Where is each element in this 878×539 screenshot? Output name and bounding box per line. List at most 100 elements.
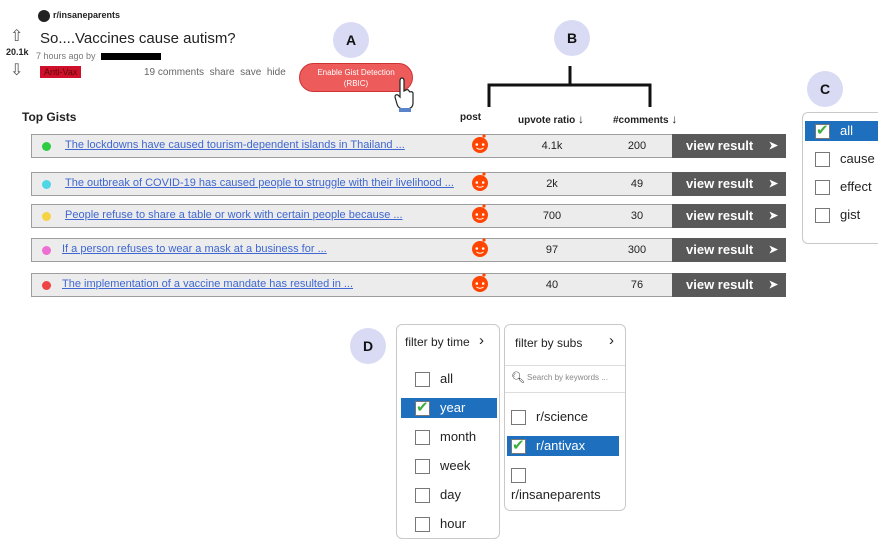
reddit-icon[interactable] [469, 132, 491, 154]
subs-filter-panel: filter by subs › 🔍︎ Search by keywords .… [504, 324, 626, 511]
filter-option-r-science[interactable]: r/science [511, 407, 623, 427]
column-header-post: post [460, 112, 482, 123]
checkbox[interactable] [415, 398, 430, 418]
filter-option-all[interactable]: all [805, 121, 878, 141]
gist-title-link[interactable]: The outbreak of COVID-19 has caused peop… [65, 177, 454, 189]
double-chevron-icon: ➤ [768, 210, 778, 222]
checkbox[interactable] [815, 180, 830, 196]
subreddit-name[interactable]: r/insaneparents [53, 10, 120, 20]
post-meta-text: 7 hours ago by [36, 51, 96, 61]
checkbox[interactable] [815, 152, 830, 168]
sort-down-icon[interactable]: ↓ [578, 112, 584, 126]
view-result-button[interactable]: view result ➤ [672, 273, 786, 297]
checkbox[interactable] [815, 208, 830, 224]
view-result-label: view result [686, 176, 754, 191]
gist-row: The implementation of a vaccine mandate … [31, 271, 786, 297]
save-link[interactable]: save [240, 67, 261, 78]
checkbox[interactable] [415, 430, 430, 446]
filter-option-year[interactable]: year [401, 398, 497, 418]
reddit-icon[interactable] [469, 236, 491, 258]
subs-filter-header[interactable]: filter by subs [515, 336, 582, 350]
upvote-arrow-icon[interactable]: ⇧ [10, 26, 23, 46]
chevron-right-icon[interactable]: › [609, 332, 614, 349]
filter-option-all[interactable]: all [415, 369, 511, 389]
reddit-icon[interactable] [469, 202, 491, 224]
option-label: r/science [536, 409, 589, 424]
share-link[interactable]: share [210, 67, 235, 78]
hide-link[interactable]: hide [267, 67, 286, 78]
gist-title-link[interactable]: People refuse to share a table or work w… [65, 209, 403, 221]
filter-option-r-insaneparents[interactable]: r/insaneparents [511, 465, 623, 502]
column-bracket [487, 66, 652, 107]
gist-color-dot [42, 142, 51, 151]
type-filter-panel: all cause effect gist [802, 112, 878, 244]
option-label: gist [840, 207, 861, 222]
gist-title-link[interactable]: If a person refuses to wear a mask at a … [62, 243, 327, 255]
checkbox[interactable] [511, 410, 526, 426]
upvote-ratio-value: 2k [546, 178, 558, 190]
redacted-author [101, 53, 162, 61]
filter-option-day[interactable]: day [415, 485, 511, 505]
chevron-right-icon[interactable]: › [479, 332, 484, 349]
subs-search-box[interactable]: 🔍︎ Search by keywords ... [505, 365, 625, 393]
option-label: day [440, 487, 461, 502]
post-title[interactable]: So....Vaccines cause autism? [40, 30, 236, 47]
callout-a: A [333, 22, 369, 58]
view-result-button[interactable]: view result ➤ [672, 238, 786, 262]
filter-option-gist[interactable]: gist [815, 205, 878, 225]
checkbox[interactable] [511, 436, 526, 456]
gist-row: People refuse to share a table or work w… [31, 202, 786, 228]
comments-count: 300 [627, 244, 647, 256]
checkbox[interactable] [815, 121, 830, 141]
downvote-arrow-icon[interactable]: ⇩ [10, 60, 23, 80]
post-actions: 19 comments share save hide [144, 67, 286, 78]
filter-option-hour[interactable]: hour [415, 514, 511, 534]
filter-option-effect[interactable]: effect [815, 177, 878, 197]
gist-title-link[interactable]: The implementation of a vaccine mandate … [62, 278, 353, 290]
comments-count: 200 [627, 140, 647, 152]
view-result-button[interactable]: view result ➤ [672, 172, 786, 196]
option-label: r/insaneparents [511, 487, 601, 502]
option-label: all [440, 371, 454, 386]
comments-link[interactable]: 19 comments [144, 67, 204, 78]
upvote-ratio-value: 97 [545, 244, 559, 256]
subs-search-placeholder[interactable]: Search by keywords ... [527, 373, 608, 382]
gist-row: If a person refuses to wear a mask at a … [31, 236, 786, 262]
gist-row: The outbreak of COVID-19 has caused peop… [31, 170, 786, 196]
time-filter-header[interactable]: filter by time [405, 335, 470, 349]
flair-badge: Anti-Vax [40, 66, 82, 78]
option-label: r/antivax [536, 438, 586, 453]
subs-filter-title: filter by subs [515, 336, 583, 350]
checkbox[interactable] [511, 468, 526, 484]
upvote-ratio-value: 40 [545, 279, 559, 291]
reddit-icon[interactable] [469, 170, 491, 192]
gist-row: The lockdowns have caused tourism-depend… [31, 132, 786, 158]
view-result-button[interactable]: view result ➤ [672, 204, 786, 228]
column-header-comments[interactable]: #comments ↓ [613, 112, 677, 126]
view-result-label: view result [686, 208, 754, 223]
filter-option-week[interactable]: week [415, 456, 511, 476]
gist-title-link[interactable]: The lockdowns have caused tourism-depend… [65, 139, 405, 151]
callout-d: D [350, 328, 386, 364]
checkbox[interactable] [415, 372, 430, 388]
reddit-icon[interactable] [469, 271, 491, 293]
comments-count: 49 [630, 178, 644, 190]
top-gists-heading: Top Gists [22, 110, 77, 124]
checkbox[interactable] [415, 488, 430, 504]
filter-option-cause[interactable]: cause [815, 149, 878, 169]
gist-color-dot [42, 212, 51, 221]
sort-down-icon[interactable]: ↓ [671, 112, 677, 126]
upvote-ratio-value: 4.1k [541, 140, 563, 152]
double-chevron-icon: ➤ [768, 244, 778, 256]
filter-option-r-antivax[interactable]: r/antivax [507, 436, 619, 456]
checkbox[interactable] [415, 459, 430, 475]
subreddit-avatar[interactable] [38, 10, 50, 22]
double-chevron-icon: ➤ [768, 279, 778, 291]
column-header-upvote-ratio[interactable]: upvote ratio ↓ [518, 112, 584, 126]
checkbox[interactable] [415, 517, 430, 533]
view-result-button[interactable]: view result ➤ [672, 134, 786, 158]
option-label: year [440, 400, 466, 415]
filter-option-month[interactable]: month [415, 427, 511, 447]
upvote-ratio-value: 700 [542, 210, 562, 222]
view-result-label: view result [686, 242, 754, 257]
